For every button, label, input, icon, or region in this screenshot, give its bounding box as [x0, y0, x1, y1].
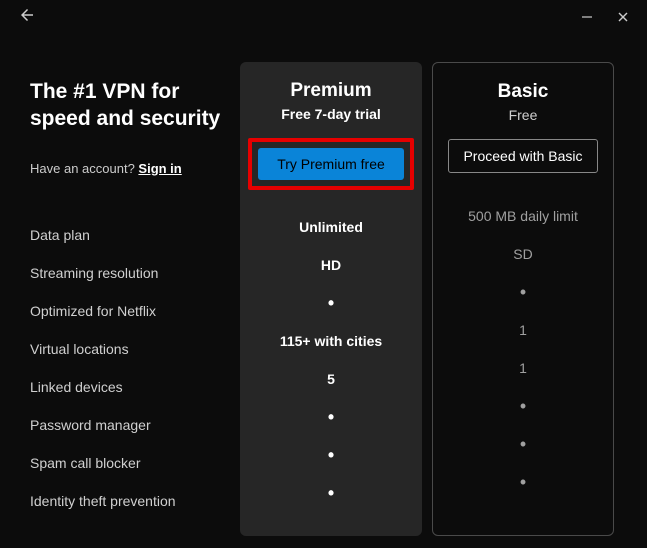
feature-label: Spam call blocker: [30, 444, 240, 482]
basic-value: •: [443, 463, 603, 501]
premium-value: 115+ with cities: [250, 322, 412, 360]
premium-title: Premium: [250, 80, 412, 102]
feature-label: Identity theft prevention: [30, 482, 240, 520]
basic-value: •: [443, 273, 603, 311]
left-column: The #1 VPN for speed and security Have a…: [30, 62, 240, 536]
basic-value: •: [443, 425, 603, 463]
basic-title: Basic: [443, 81, 603, 103]
premium-value: •: [250, 474, 412, 512]
minimize-icon: [581, 11, 593, 23]
cta-highlight: Try Premium free: [248, 138, 414, 190]
close-button[interactable]: [607, 3, 639, 31]
minimize-button[interactable]: [571, 3, 603, 31]
account-prompt-text: Have an account?: [30, 161, 138, 176]
try-premium-button[interactable]: Try Premium free: [258, 148, 404, 180]
basic-value: SD: [443, 235, 603, 273]
premium-value: •: [250, 284, 412, 322]
arrow-left-icon: [18, 6, 36, 24]
premium-subtitle: Free 7-day trial: [250, 106, 412, 122]
close-icon: [617, 11, 629, 23]
account-prompt: Have an account? Sign in: [30, 161, 240, 176]
basic-plan-card: Basic Free Proceed with Basic 500 MB dai…: [432, 62, 614, 536]
signin-link[interactable]: Sign in: [138, 161, 181, 176]
feature-label: Streaming resolution: [30, 254, 240, 292]
basic-value: •: [443, 387, 603, 425]
feature-label: Password manager: [30, 406, 240, 444]
premium-value: HD: [250, 246, 412, 284]
titlebar: [0, 0, 647, 34]
basic-subtitle: Free: [443, 107, 603, 123]
feature-label: Virtual locations: [30, 330, 240, 368]
feature-label: Linked devices: [30, 368, 240, 406]
feature-label: Optimized for Netflix: [30, 292, 240, 330]
basic-value: 500 MB daily limit: [443, 197, 603, 235]
plans-container: Premium Free 7-day trial Try Premium fre…: [240, 62, 614, 536]
feature-label: Data plan: [30, 216, 240, 254]
window-controls: [571, 3, 639, 31]
premium-value: •: [250, 398, 412, 436]
basic-value: 1: [443, 311, 603, 349]
main-content: The #1 VPN for speed and security Have a…: [0, 34, 647, 536]
premium-value: •: [250, 436, 412, 474]
proceed-basic-button[interactable]: Proceed with Basic: [448, 139, 598, 173]
page-headline: The #1 VPN for speed and security: [30, 78, 240, 133]
premium-value: 5: [250, 360, 412, 398]
premium-value: Unlimited: [250, 208, 412, 246]
premium-plan-card: Premium Free 7-day trial Try Premium fre…: [240, 62, 422, 536]
back-button[interactable]: [12, 2, 42, 33]
basic-value: 1: [443, 349, 603, 387]
